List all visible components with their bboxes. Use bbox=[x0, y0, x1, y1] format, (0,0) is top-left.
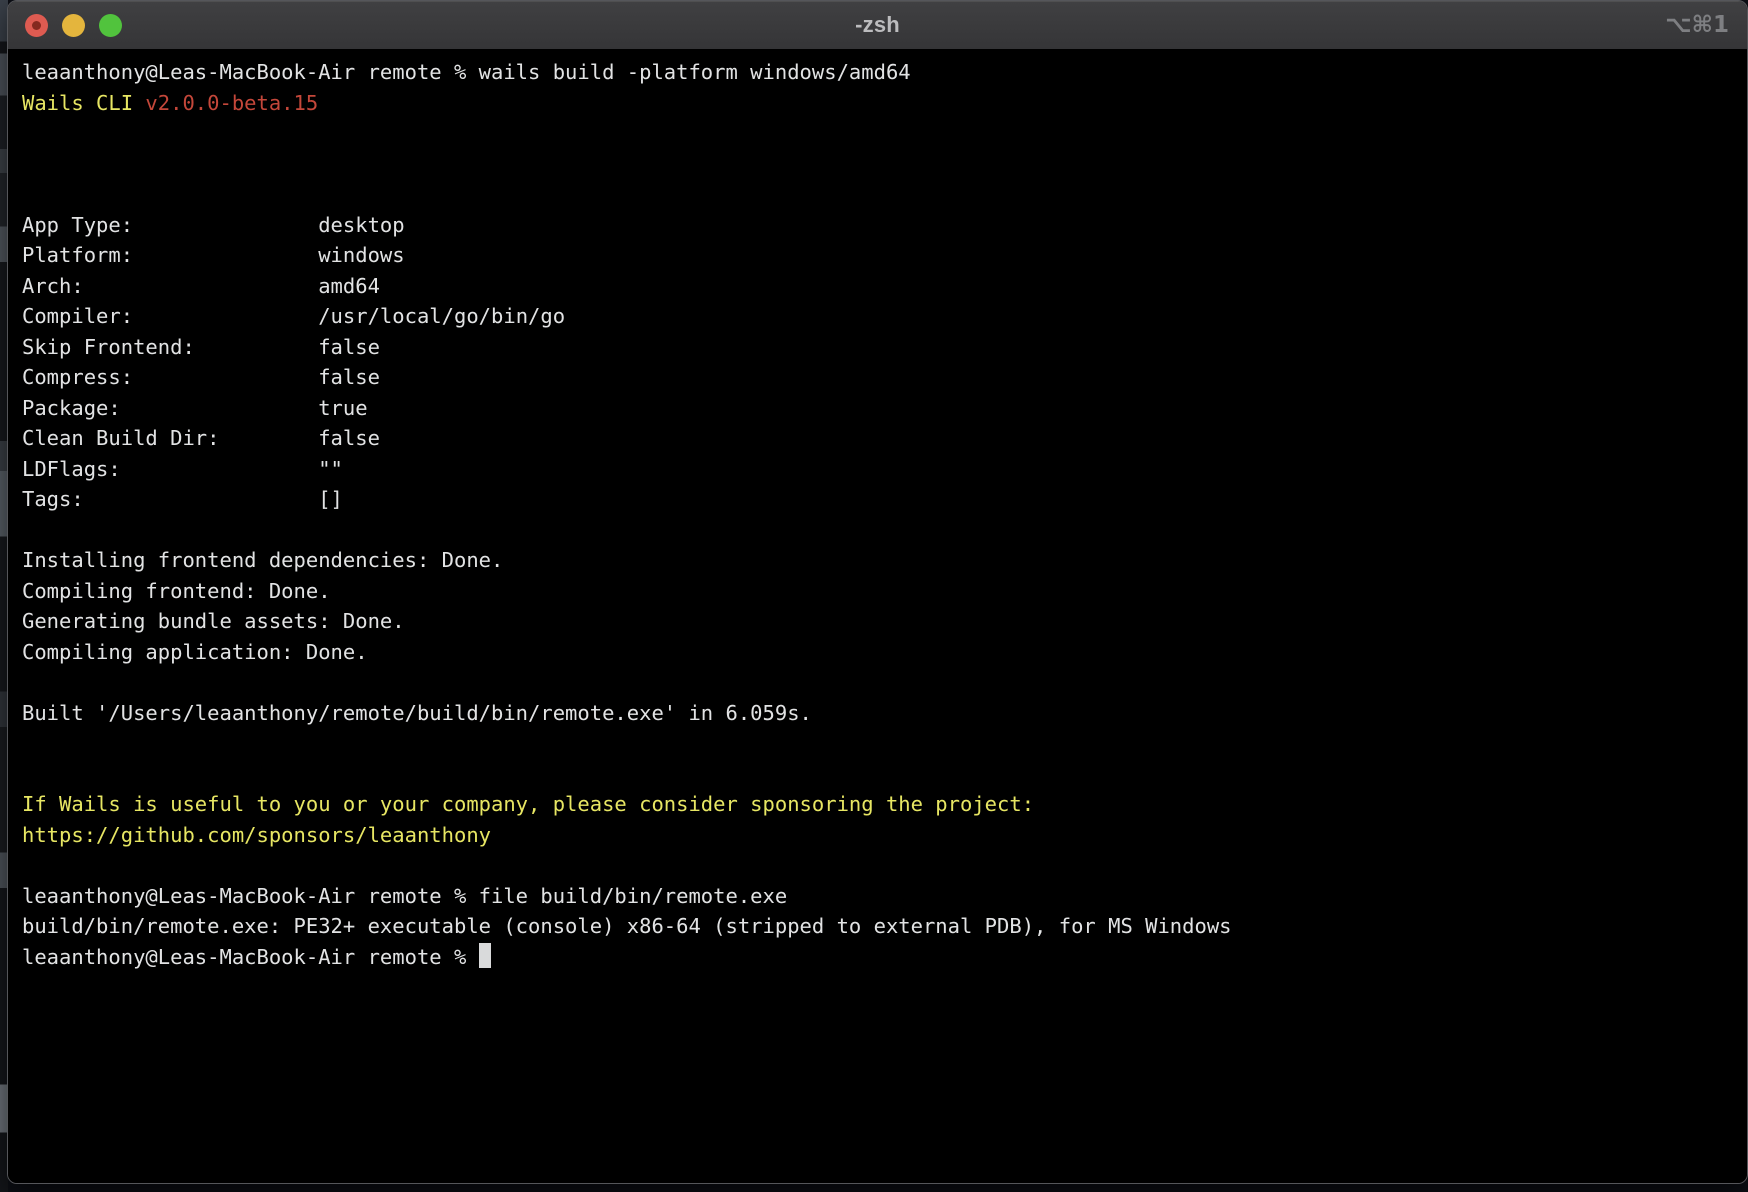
title-bar[interactable]: -zsh ⌥⌘1 bbox=[8, 1, 1747, 49]
build-option-label: Platform: bbox=[22, 243, 318, 267]
window-title: -zsh bbox=[8, 12, 1747, 38]
terminal-text-span: Installing frontend dependencies: Done. bbox=[22, 548, 503, 572]
terminal-window: -zsh ⌥⌘1 leaanthony@Leas-MacBook-Air rem… bbox=[7, 0, 1748, 1184]
terminal-line: Installing frontend dependencies: Done. bbox=[22, 545, 1747, 576]
build-option-label: LDFlags: bbox=[22, 457, 318, 481]
terminal-line bbox=[22, 850, 1747, 881]
terminal-line: Tags: [] bbox=[22, 484, 1747, 515]
terminal-line bbox=[22, 728, 1747, 759]
build-option-value: /usr/local/go/bin/go bbox=[318, 304, 565, 328]
build-option-label: Clean Build Dir: bbox=[22, 426, 318, 450]
build-option-value: amd64 bbox=[318, 274, 380, 298]
terminal-line bbox=[22, 759, 1747, 790]
build-option-value: desktop bbox=[318, 213, 404, 237]
terminal-text-span: leaanthony@Leas-MacBook-Air remote % bbox=[22, 945, 479, 969]
terminal-text-span: Generating bundle assets: Done. bbox=[22, 609, 405, 633]
build-option-value: "" bbox=[318, 457, 343, 481]
terminal-text-span: leaanthony@Leas-MacBook-Air remote % wai… bbox=[22, 60, 911, 84]
sponsor-link-text[interactable]: https://github.com/sponsors/leaanthony bbox=[22, 823, 491, 847]
terminal-line bbox=[22, 667, 1747, 698]
build-option-value: false bbox=[318, 335, 380, 359]
terminal-line: Compress: false bbox=[22, 362, 1747, 393]
build-option-value: windows bbox=[318, 243, 404, 267]
build-option-label: Compiler: bbox=[22, 304, 318, 328]
window-shortcut-badge: ⌥⌘1 bbox=[1665, 1, 1729, 49]
terminal-line: Built '/Users/leaanthony/remote/build/bi… bbox=[22, 698, 1747, 729]
terminal-line: https://github.com/sponsors/leaanthony bbox=[22, 820, 1747, 851]
build-option-label: Skip Frontend: bbox=[22, 335, 318, 359]
terminal-line: build/bin/remote.exe: PE32+ executable (… bbox=[22, 911, 1747, 942]
build-option-value: true bbox=[318, 396, 367, 420]
terminal-line: leaanthony@Leas-MacBook-Air remote % fil… bbox=[22, 881, 1747, 912]
terminal-line bbox=[22, 515, 1747, 546]
terminal-line bbox=[22, 179, 1747, 210]
terminal-line: Skip Frontend: false bbox=[22, 332, 1747, 363]
terminal-line: Compiling frontend: Done. bbox=[22, 576, 1747, 607]
terminal-text-span: Wails CLI bbox=[22, 91, 145, 115]
terminal-line: If Wails is useful to you or your compan… bbox=[22, 789, 1747, 820]
terminal-text-span: Compiling frontend: Done. bbox=[22, 579, 331, 603]
build-option-label: Tags: bbox=[22, 487, 318, 511]
terminal-line: leaanthony@Leas-MacBook-Air remote % wai… bbox=[22, 57, 1747, 88]
terminal-line: Compiler: /usr/local/go/bin/go bbox=[22, 301, 1747, 332]
build-option-label: App Type: bbox=[22, 213, 318, 237]
terminal-cursor bbox=[479, 943, 492, 968]
terminal-output[interactable]: leaanthony@Leas-MacBook-Air remote % wai… bbox=[8, 49, 1747, 1183]
terminal-line: Platform: windows bbox=[22, 240, 1747, 271]
terminal-line: Arch: amd64 bbox=[22, 271, 1747, 302]
build-option-label: Package: bbox=[22, 396, 318, 420]
build-option-value: false bbox=[318, 426, 380, 450]
terminal-line: Compiling application: Done. bbox=[22, 637, 1747, 668]
build-option-value: [] bbox=[318, 487, 343, 511]
terminal-text-span: If Wails is useful to you or your compan… bbox=[22, 792, 1034, 816]
terminal-text-span: build/bin/remote.exe: PE32+ executable (… bbox=[22, 914, 1232, 938]
terminal-line: LDFlags: "" bbox=[22, 454, 1747, 485]
terminal-text-span: Built '/Users/leaanthony/remote/build/bi… bbox=[22, 701, 812, 725]
terminal-line: Wails CLI v2.0.0-beta.15 bbox=[22, 88, 1747, 119]
terminal-text-span: leaanthony@Leas-MacBook-Air remote % fil… bbox=[22, 884, 787, 908]
build-option-value: false bbox=[318, 365, 380, 389]
terminal-text-span: v2.0.0-beta.15 bbox=[145, 91, 318, 115]
terminal-line: leaanthony@Leas-MacBook-Air remote % bbox=[22, 942, 1747, 973]
terminal-line: Clean Build Dir: false bbox=[22, 423, 1747, 454]
build-option-label: Arch: bbox=[22, 274, 318, 298]
terminal-text-span: Compiling application: Done. bbox=[22, 640, 368, 664]
terminal-line: Generating bundle assets: Done. bbox=[22, 606, 1747, 637]
build-option-label: Compress: bbox=[22, 365, 318, 389]
terminal-line bbox=[22, 118, 1747, 149]
terminal-line: Package: true bbox=[22, 393, 1747, 424]
terminal-line bbox=[22, 149, 1747, 180]
terminal-line: App Type: desktop bbox=[22, 210, 1747, 241]
